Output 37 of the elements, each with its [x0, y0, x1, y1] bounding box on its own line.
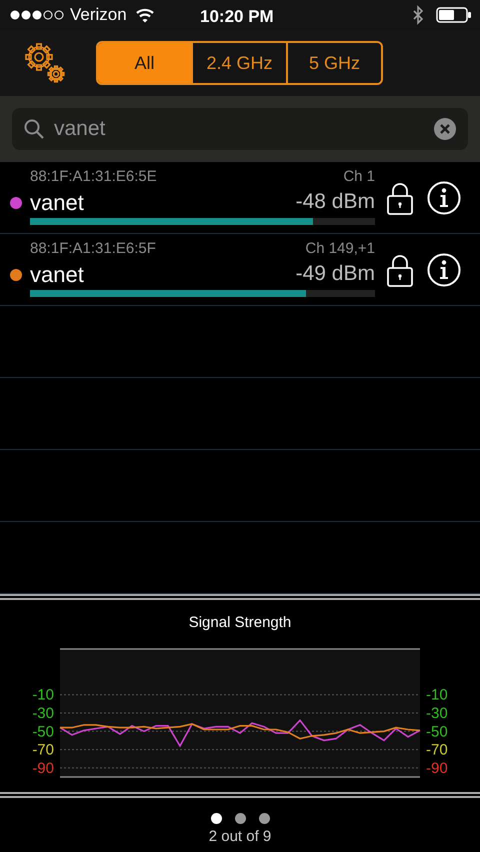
- clear-icon[interactable]: [434, 118, 456, 140]
- axis-tick-label: -10: [32, 686, 54, 704]
- channel-label: Ch 149,+1: [305, 238, 375, 258]
- axis-tick-label: -90: [32, 759, 54, 776]
- axis-tick-label: -70: [426, 741, 448, 758]
- axis-tick-label: -30: [426, 704, 448, 722]
- bluetooth-icon: [412, 5, 424, 25]
- channel-label: Ch 1: [343, 166, 375, 186]
- network-name: vanet: [30, 260, 84, 288]
- chart-title: Signal Strength: [188, 613, 292, 633]
- filter-tab[interactable]: All: [98, 43, 191, 83]
- signal-icon: [10, 9, 66, 21]
- axis-tick-label: -70: [32, 741, 54, 758]
- signal-reading: -49 dBm: [296, 261, 375, 288]
- axis-tick-label: -30: [32, 704, 54, 722]
- network-name: vanet: [30, 188, 84, 216]
- wifi-icon: [134, 8, 155, 22]
- clock-time: 10:20 PM: [200, 6, 274, 28]
- mac-address: 88:1F:A1:31:E6:5F: [30, 238, 156, 258]
- axis-tick-label: -50: [426, 722, 448, 740]
- axis-tick-label: -90: [426, 759, 448, 776]
- network-row[interactable]: 88:1F:A1:31:E6:5F Ch 149,+1 vanet -49 dBm: [0, 234, 480, 306]
- search-icon: [24, 119, 44, 139]
- axis-tick-label: -10: [426, 686, 448, 704]
- page-label: 2 out of 9: [208, 826, 272, 846]
- info-icon: [427, 180, 461, 214]
- info-button[interactable]: [427, 252, 461, 286]
- info-icon: [427, 252, 461, 286]
- signal-reading: -48 dBm: [296, 189, 375, 216]
- carrier-name: Verizon: [70, 4, 127, 26]
- battery-icon: [436, 7, 472, 23]
- info-button[interactable]: [427, 180, 461, 214]
- axis-tick-label: -50: [32, 722, 54, 740]
- filter-tab[interactable]: 5 GHz: [286, 43, 381, 83]
- search-field[interactable]: vanet: [12, 108, 468, 150]
- network-row[interactable]: 88:1F:A1:31:E6:5E Ch 1 vanet -48 dBm: [0, 162, 480, 234]
- mac-address: 88:1F:A1:31:E6:5E: [30, 166, 157, 186]
